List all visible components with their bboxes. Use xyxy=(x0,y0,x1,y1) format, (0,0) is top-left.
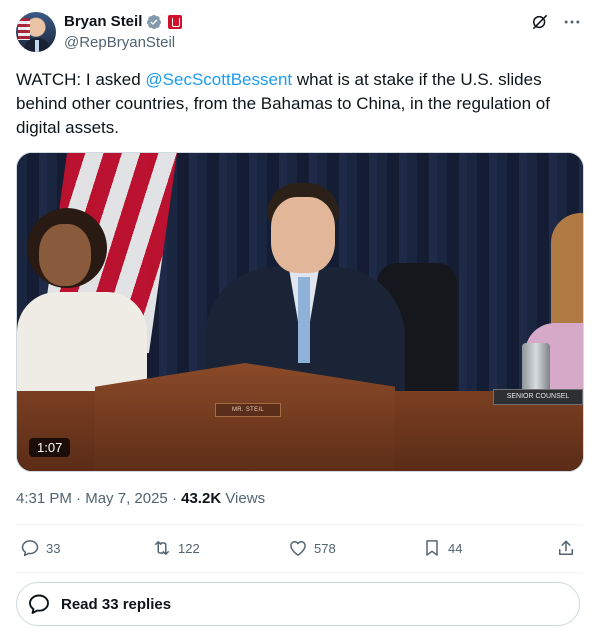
mention-link[interactable]: @SecScottBessent xyxy=(145,70,292,89)
like-button[interactable]: 578 xyxy=(288,538,336,558)
meta-separator: · xyxy=(171,490,177,507)
video-player[interactable]: MR. STEIL SENIOR COUNSEL 1:07 xyxy=(16,152,584,472)
bookmark-button[interactable]: 44 xyxy=(422,538,462,558)
grok-icon[interactable] xyxy=(530,12,550,32)
government-badge-icon xyxy=(168,14,183,29)
heart-icon xyxy=(290,541,306,556)
repost-count: 122 xyxy=(178,540,200,556)
views-label: Views xyxy=(225,490,266,507)
header-actions xyxy=(530,12,582,32)
repost-button[interactable]: 122 xyxy=(152,538,200,558)
post-date[interactable]: May 7, 2025 xyxy=(85,490,168,507)
action-bar: 33 122 578 44 xyxy=(16,538,582,562)
share-icon xyxy=(559,540,573,555)
author-name-line: Bryan Steil xyxy=(64,13,183,30)
reply-button[interactable]: 33 xyxy=(20,538,60,558)
nameplate-senior-counsel: SENIOR COUNSEL xyxy=(493,389,583,405)
tweet-meta: 4:31 PM · May 7, 2025 · 43.2K Views xyxy=(16,490,265,507)
post-time[interactable]: 4:31 PM xyxy=(16,490,72,507)
more-options-icon[interactable] xyxy=(562,12,582,32)
tweet-header: Bryan Steil @RepBryanSteil xyxy=(16,12,582,56)
reply-count: 33 xyxy=(46,540,61,556)
nameplate-steil: MR. STEIL xyxy=(215,403,281,417)
thermos xyxy=(522,343,550,393)
meta-separator: · xyxy=(76,490,82,507)
author-handle[interactable]: @RepBryanSteil xyxy=(64,34,175,51)
reply-bubble-icon xyxy=(29,594,49,614)
views-count: 43.2K xyxy=(181,490,222,507)
tweet-text: WATCH: I asked @SecScottBessent what is … xyxy=(16,68,582,140)
repost-icon xyxy=(155,541,169,555)
divider xyxy=(16,524,582,525)
reply-icon xyxy=(21,540,39,557)
bookmark-icon xyxy=(426,540,438,556)
read-replies-button[interactable]: Read 33 replies xyxy=(16,582,580,626)
share-button[interactable] xyxy=(556,538,576,558)
like-count: 578 xyxy=(314,540,336,556)
tweet-text-start: WATCH: I asked xyxy=(16,70,146,89)
read-replies-label: Read 33 replies xyxy=(61,595,172,613)
bookmark-count: 44 xyxy=(448,540,463,556)
verified-badge-icon xyxy=(147,14,162,29)
divider xyxy=(16,572,582,573)
video-duration: 1:07 xyxy=(29,438,71,457)
person-left xyxy=(17,208,147,412)
avatar[interactable] xyxy=(16,12,56,52)
author-name[interactable]: Bryan Steil xyxy=(64,13,142,30)
